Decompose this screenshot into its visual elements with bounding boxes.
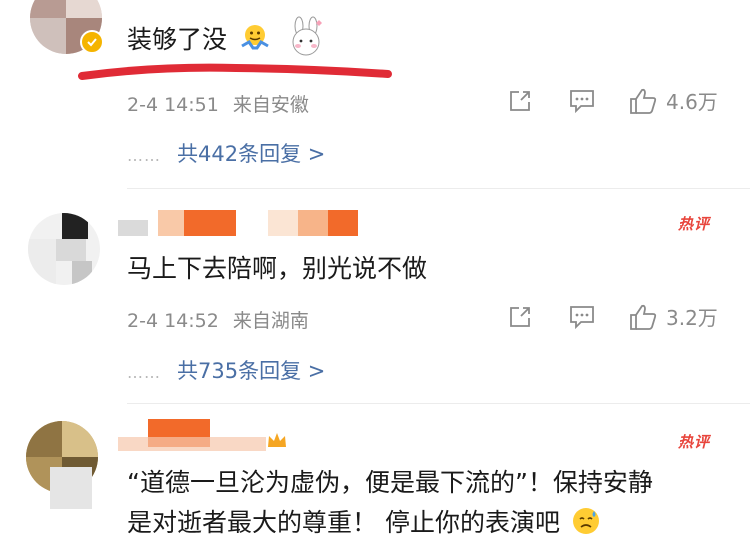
crown-icon	[266, 431, 288, 453]
comment-button[interactable]	[568, 88, 596, 114]
thumb-up-icon	[630, 88, 657, 114]
share-button[interactable]	[507, 304, 533, 330]
comment-item: 装够了没 2-4 14:51 来自安徽 4.6万 …… 共442条回复 >	[0, 0, 750, 195]
comment-text: 装够了没	[127, 16, 329, 66]
red-underline-mark	[78, 63, 392, 80]
comment-time: 2-4 14:52	[127, 310, 219, 332]
comment-icon	[570, 306, 594, 330]
like-count: 3.2万	[666, 306, 718, 330]
like-button[interactable]: 4.6万	[628, 86, 718, 115]
view-replies-link[interactable]: …… 共735条回复 >	[127, 355, 325, 385]
comment-time: 2-4 14:51	[127, 94, 219, 116]
verified-badge-icon	[80, 30, 104, 54]
emoji-shrug-icon	[239, 22, 271, 60]
avatar-frame-blurred	[50, 467, 92, 509]
comment-location: 来自安徽	[232, 94, 309, 116]
like-button[interactable]: 3.2万	[628, 302, 718, 331]
bunny-sticker-icon	[285, 16, 329, 66]
share-button[interactable]	[507, 88, 533, 114]
comment-item: 热评 “道德一旦沦为虚伪，便是最下流的”！保持安静 是对逝者最大的尊重！ 停止你…	[0, 405, 750, 537]
replies-count-label: 共735条回复 >	[177, 359, 326, 383]
hot-comment-badge: 热评	[678, 433, 711, 451]
share-icon	[510, 307, 530, 327]
thumb-up-icon	[630, 304, 657, 330]
comment-text: 马上下去陪啊，别光说不做	[127, 254, 428, 283]
comment-item: 热评 马上下去陪啊，别光说不做 2-4 14:52 来自湖南 3.2万 …… 共7…	[0, 195, 750, 405]
avatar[interactable]	[28, 213, 100, 285]
comment-button[interactable]	[568, 304, 596, 330]
divider	[127, 403, 750, 404]
comment-text-line1: “道德一旦沦为虚伪，便是最下流的”！保持安静	[127, 468, 653, 497]
share-icon	[510, 91, 530, 111]
username-blurred[interactable]	[118, 210, 360, 236]
hot-comment-badge: 热评	[678, 215, 711, 233]
replies-count-label: 共442条回复 >	[177, 142, 326, 166]
divider	[127, 188, 750, 189]
view-replies-link[interactable]: …… 共442条回复 >	[127, 138, 325, 168]
like-count: 4.6万	[666, 90, 718, 114]
comment-icon	[570, 90, 594, 114]
emoji-sweat-icon	[570, 505, 602, 543]
comment-text-line2: 是对逝者最大的尊重！ 停止你的表演吧	[127, 503, 602, 543]
comment-meta: 2-4 14:52 来自湖南	[127, 306, 309, 333]
comment-meta: 2-4 14:51 来自安徽	[127, 90, 309, 117]
comment-location: 来自湖南	[232, 310, 309, 332]
